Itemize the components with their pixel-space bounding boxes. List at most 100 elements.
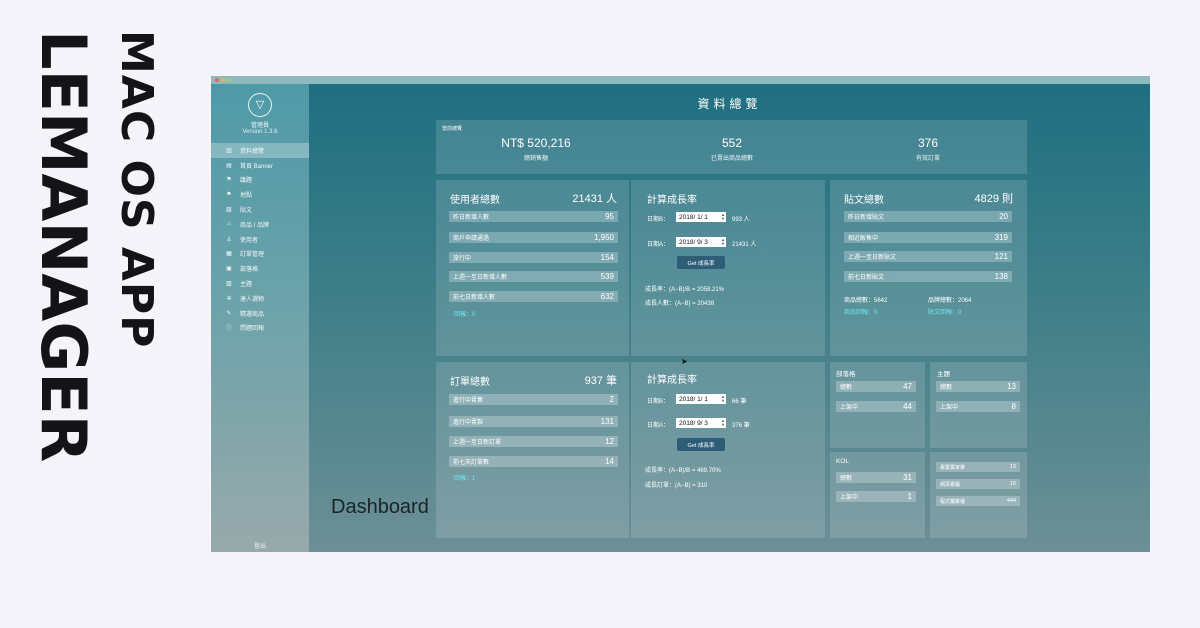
date-a-input[interactable]: 2018/ 9/ 3 ▲ ▼ [676, 237, 726, 247]
stat-row: 網頁專屬 16 [936, 479, 1020, 489]
dashboard-caption: Dashboard [331, 496, 429, 518]
posts-total: 4829 則 [974, 193, 1013, 205]
user-role: 管理員 [250, 123, 269, 129]
products-report-link[interactable]: 商品回報：0 [844, 307, 877, 316]
stat-row: 上週一至日新貼文 121 [844, 251, 1012, 262]
sidebar-item-label: 商品 / 品牌 [240, 222, 270, 229]
topic-title: 主題 [937, 371, 950, 378]
summary-sales: NT$ 520,216 總銷售額 [436, 136, 636, 162]
chart-icon: ▥ [226, 147, 232, 154]
stat-label: 進行中賣集 [453, 398, 484, 404]
users-title: 使用者總數 [450, 195, 500, 206]
brand-title: LEMANAGER [27, 30, 100, 463]
star-icon: ✲ [226, 295, 232, 302]
stat-label: 總數 [840, 385, 853, 391]
sidebar: ▽ 管理員 Version 1.3.6 ▥ 資料總覽 ▤ 首頁 Banner ⚑ 議題… [211, 84, 309, 552]
stat-row: 總數 47 [836, 381, 916, 392]
growth-rate: 成長率：(A−B)/B = 2058.21% [645, 287, 725, 293]
stat-value: 632 [600, 292, 614, 301]
summary-orders: 376 有效訂單 [828, 136, 1028, 162]
sidebar-item-banner[interactable]: ▤ 首頁 Banner [211, 158, 309, 173]
stat-label: 上週一至日新增人數 [453, 275, 508, 281]
close-window-button[interactable] [215, 78, 219, 82]
date-a-result: 21431 人 [732, 242, 757, 248]
sidebar-item-locations[interactable]: ⚑ 地點 [211, 187, 309, 202]
stat-label: 相近販售中 [848, 236, 879, 242]
orders-icon: ▦ [226, 251, 232, 258]
stat-row: 上架中 8 [936, 401, 1020, 412]
blog-title: 部落格 [836, 371, 856, 378]
stat-row: 總數 31 [836, 472, 916, 483]
pencil-icon: ✎ [226, 310, 232, 317]
stepper-icon[interactable]: ▲ ▼ [721, 238, 725, 246]
topic-card: 主題 總數 13 上架中 8 [930, 362, 1027, 448]
sidebar-item-topics[interactable]: ⚑ 議題 [211, 173, 309, 188]
date-a-input[interactable]: 2018/ 9/ 3 ▲ ▼ [676, 418, 726, 428]
sidebar-item-reports[interactable]: ⓘ 問題回報 [211, 321, 309, 336]
featured-card: 專業賣家推 13 網頁專屬 16 程式獨聚優 444 [930, 452, 1027, 538]
stat-row: 上週一至日新增人數 539 [449, 271, 618, 282]
growth-diff: 成長訂單：(A−B) = 310 [645, 483, 708, 489]
sidebar-item-label: 精選商品 [240, 311, 265, 318]
stepper-icon[interactable]: ▲ ▼ [721, 419, 725, 427]
date-b-input[interactable]: 2018/ 1/ 1 ▲ ▼ [676, 394, 726, 404]
users-card: 使用者總數 21431 人 昨日新增人數 95 商戶申請通過 1,950 旅行中 15… [436, 180, 629, 356]
stepper-icon[interactable]: ▲ ▼ [721, 395, 725, 403]
sidebar-item-blog[interactable]: ▣ 部落格 [211, 261, 309, 276]
stat-value: 8 [1011, 402, 1016, 411]
stat-label: 程式獨聚優 [940, 498, 966, 505]
sidebar-item-label: 議題 [240, 178, 253, 185]
stat-label: 昨日新增人數 [453, 215, 490, 221]
date-a-label: 日期A： [647, 423, 670, 429]
stat-value: 95 [605, 212, 614, 221]
summary-value: NT$ 520,216 [501, 136, 571, 150]
posts-report-link[interactable]: 貼文回報：0 [928, 307, 961, 316]
logout-button[interactable]: 登出 [211, 541, 309, 550]
products-total: 商品總數：5642 [844, 298, 888, 304]
stat-row: 上架中 44 [836, 401, 916, 412]
get-growth-button[interactable]: Get 成長率 [677, 438, 725, 451]
sidebar-item-themes[interactable]: ▨ 主題 [211, 276, 309, 291]
sidebar-menu: ▥ 資料總覽 ▤ 首頁 Banner ⚑ 議題 ⚑ 地點 ▧ 貼文 ⌂ 商品 / 品牌 ♙ 使… [211, 143, 309, 335]
stat-label: 前七天訂單數 [453, 460, 490, 466]
stat-row: 昨日新增貼文 20 [844, 211, 1012, 222]
minimize-window-button[interactable] [221, 78, 225, 82]
sidebar-item-featured[interactable]: ✎ 精選商品 [211, 306, 309, 321]
stat-row: 前七日新增人數 632 [449, 291, 618, 302]
sidebar-item-posts[interactable]: ▧ 貼文 [211, 202, 309, 217]
sidebar-item-label: 資料總覽 [240, 148, 265, 155]
summary-value: 376 [917, 136, 939, 150]
order-growth-card: 計算成長率 日期B： 2018/ 1/ 1 ▲ ▼ 66 筆 日期A： 2018/ … [631, 357, 825, 538]
brand-vertical-text: LEMANAGER MAC OS APP [0, 0, 162, 628]
zoom-window-button[interactable] [227, 78, 231, 82]
stat-label: 專業賣家推 [940, 464, 966, 471]
stat-value: 154 [600, 253, 614, 262]
sidebar-item-overview[interactable]: ▥ 資料總覽 [211, 143, 309, 158]
date-b-input[interactable]: 2018/ 1/ 1 ▲ ▼ [676, 212, 726, 222]
stat-row: 程式獨聚優 444 [936, 496, 1020, 506]
sidebar-item-orders[interactable]: ▦ 訂單管理 [211, 247, 309, 262]
stat-label: 進行中賣製 [453, 420, 484, 426]
stepper-icon[interactable]: ▲ ▼ [721, 213, 725, 221]
mouse-cursor-icon: ➤ [681, 357, 688, 366]
posts-title: 貼文總數 [844, 195, 884, 206]
summary-items-sold: 552 已賣出商品總數 [632, 136, 832, 162]
orders-card: 訂單總數 937 筆 進行中賣集 2 進行中賣製 131 上週一至日新訂單 12 前七… [436, 362, 629, 538]
orders-report-link[interactable]: 回報：1 [454, 473, 475, 482]
stat-label: 上架中 [840, 495, 859, 501]
stat-row: 專業賣家推 13 [936, 462, 1020, 472]
sidebar-item-label: 問題回報 [240, 326, 265, 333]
sidebar-item-label: 地點 [240, 193, 253, 200]
growth-diff: 成長人數：(A−B) = 20438 [645, 301, 715, 307]
date-b-label: 日期B： [647, 399, 670, 405]
users-report-link[interactable]: 回報：0 [454, 309, 475, 318]
theme-icon: ▨ [226, 281, 232, 288]
sidebar-item-users[interactable]: ♙ 使用者 [211, 232, 309, 247]
sidebar-item-curated[interactable]: ✲ 達人選物 [211, 291, 309, 306]
summary-caption: 總銷售額 [523, 156, 548, 162]
get-growth-button[interactable]: Get 成長率 [677, 256, 725, 269]
stat-label: 昨日新增貼文 [848, 215, 885, 221]
user-icon: ♙ [226, 236, 232, 243]
stat-value: 138 [994, 272, 1008, 281]
sidebar-item-products[interactable]: ⌂ 商品 / 品牌 [211, 217, 309, 232]
